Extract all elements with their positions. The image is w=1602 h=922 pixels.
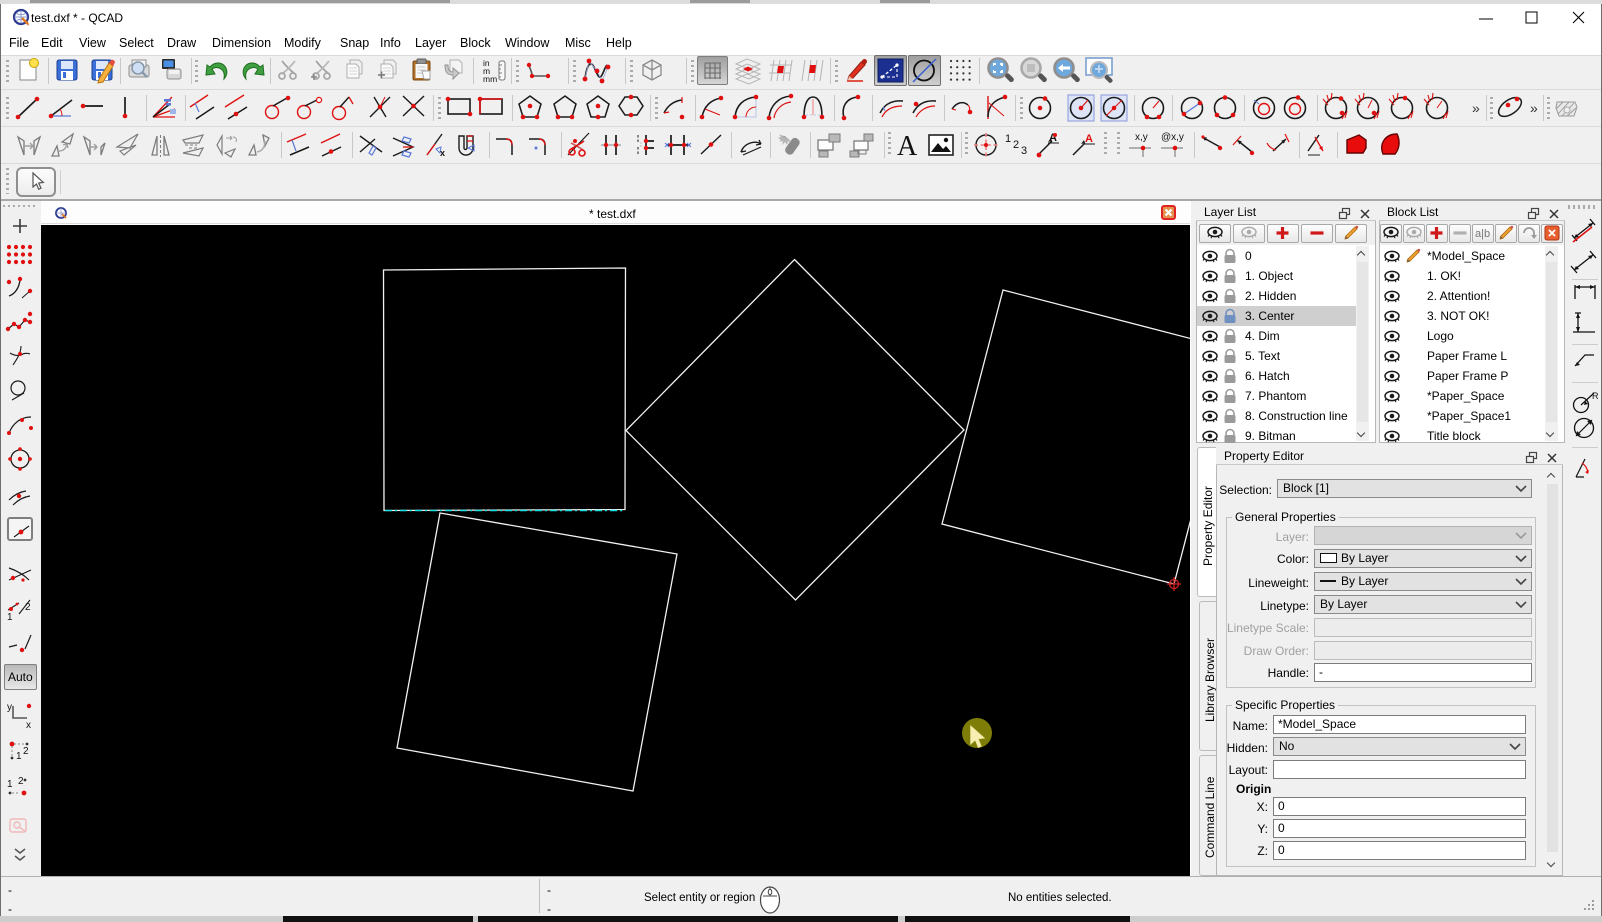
svg-text:1: 1: [1005, 133, 1011, 145]
svg-text:A: A: [1085, 133, 1093, 145]
svg-text:1: 1: [7, 612, 13, 623]
svg-text:a|b: a|b: [1475, 228, 1490, 240]
svg-text:x,y: x,y: [1135, 132, 1148, 143]
svg-text:x: x: [440, 148, 445, 158]
svg-text:1: 1: [7, 779, 13, 790]
svg-text:2: 2: [1013, 139, 1019, 151]
svg-text:mm: mm: [483, 74, 497, 84]
svg-text:2: 2: [23, 746, 29, 757]
svg-text:R: R: [1592, 391, 1599, 401]
svg-text:x: x: [26, 720, 31, 731]
svg-text:2: 2: [18, 776, 24, 787]
svg-text:@x,y: @x,y: [1161, 132, 1184, 143]
svg-text:A: A: [897, 131, 918, 162]
svg-text:1: 1: [16, 751, 22, 762]
svg-text:2: 2: [25, 602, 31, 613]
svg-text:y: y: [7, 702, 12, 713]
svg-text:3: 3: [1021, 145, 1027, 157]
